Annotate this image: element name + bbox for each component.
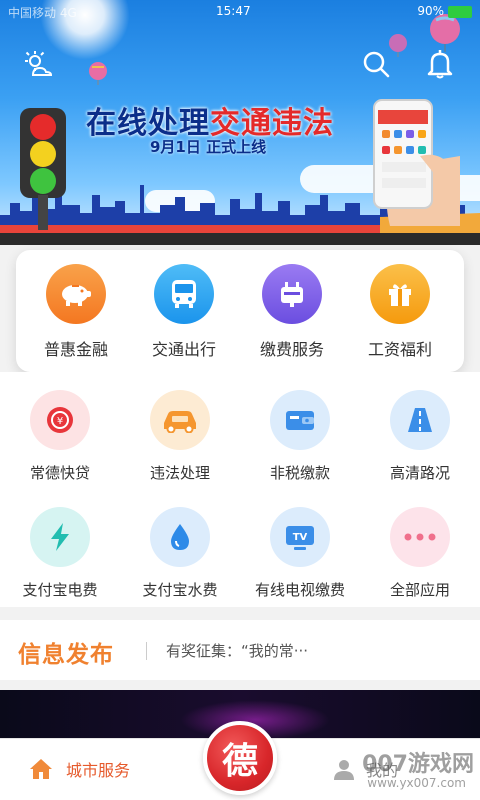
news-section[interactable]: 信息发布 有奖征集：“我的常···: [0, 620, 480, 680]
water-drop-icon: [150, 507, 210, 567]
app-label: 常德快贷: [29, 464, 90, 482]
app-alipay-electricity[interactable]: 支付宝电费: [0, 507, 120, 600]
battery-percent: 90%: [417, 4, 444, 18]
status-time: 15:47: [216, 4, 251, 18]
car-icon: [150, 390, 210, 450]
app-screen: 在线处理交通违法 9月1日 正式上线 中国移动 4G 15:47 90% 普惠金…: [0, 0, 480, 800]
user-icon: [334, 760, 354, 780]
wallet-icon: [270, 390, 330, 450]
bus-icon: [154, 264, 214, 324]
gift-icon: [370, 264, 430, 324]
center-logo-text: 德: [221, 740, 258, 782]
quick-service-label: 工资福利: [367, 340, 432, 359]
phone-in-hand-illustration: [373, 99, 460, 226]
app-label: 支付宝电费: [22, 581, 98, 599]
balloon-icon: [89, 62, 107, 85]
traffic-light-pole: [38, 195, 48, 230]
app-label: 违法处理: [149, 464, 210, 482]
app-label: 非税缴款: [269, 464, 330, 482]
app-label: 支付宝水费: [142, 581, 218, 599]
tv-icon: TV: [270, 507, 330, 567]
app-cable-tv[interactable]: TV 有线电视缴费: [240, 507, 360, 600]
lightning-icon: [30, 507, 90, 567]
carrier-text: 中国移动 4G: [8, 6, 77, 20]
battery-icon: [448, 6, 472, 18]
traffic-light-illustration: [20, 108, 66, 198]
app-tax-payment[interactable]: 非税缴款: [240, 390, 360, 483]
app-grid: ¥ 常德快贷 违法处理 非税缴款 高清路况 支付宝电费 支付宝水费 TV 有线电…: [0, 372, 480, 607]
svg-text:¥: ¥: [57, 416, 63, 427]
status-bar: 中国移动 4G 15:47 90%: [0, 0, 480, 24]
app-label: 有线电视缴费: [254, 581, 345, 599]
app-loan[interactable]: ¥ 常德快贷: [0, 390, 120, 483]
payment-icon: [262, 264, 322, 324]
quick-service-payment[interactable]: 缴费服务: [236, 264, 348, 360]
watermark-text: 007游戏网: [362, 752, 474, 777]
piggy-bank-icon: [46, 264, 106, 324]
news-title: 信息发布: [18, 642, 114, 668]
app-alipay-water[interactable]: 支付宝水费: [120, 507, 240, 600]
quick-service-transport[interactable]: 交通出行: [128, 264, 240, 360]
quick-services-card: 普惠金融 交通出行 缴费服务 工资福利: [16, 250, 464, 372]
more-dots-icon: [390, 507, 450, 567]
app-all-apps[interactable]: 全部应用: [360, 507, 480, 600]
weather-icon[interactable]: [20, 46, 56, 82]
news-divider: [146, 642, 147, 660]
app-label: 全部应用: [389, 581, 450, 599]
bell-icon[interactable]: [422, 46, 458, 82]
app-road-conditions[interactable]: 高清路况: [360, 390, 480, 483]
tab-city-services[interactable]: 城市服务: [28, 757, 130, 781]
quick-service-label: 缴费服务: [259, 340, 324, 359]
banner-subtitle: 9月1日 正式上线: [150, 138, 267, 156]
home-icon: [30, 759, 52, 779]
quick-service-label: 交通出行: [151, 340, 216, 359]
app-violation[interactable]: 违法处理: [120, 390, 240, 483]
svg-text:TV: TV: [293, 532, 308, 543]
banner-bottom-strip: [0, 233, 480, 245]
quick-service-label: 普惠金融: [43, 340, 108, 359]
tab-center-logo-button[interactable]: 德: [203, 721, 277, 795]
quick-service-welfare[interactable]: 工资福利: [344, 264, 456, 360]
banner-carousel[interactable]: 在线处理交通违法 9月1日 正式上线 中国移动 4G 15:47 90%: [0, 0, 480, 245]
watermark-url: www.yx007.com: [367, 776, 466, 790]
tab-label: 城市服务: [66, 761, 131, 780]
search-icon[interactable]: [358, 46, 394, 82]
quick-service-finance[interactable]: 普惠金融: [20, 264, 132, 360]
app-label: 高清路况: [389, 464, 450, 482]
loan-icon: ¥: [30, 390, 90, 450]
road-icon: [390, 390, 450, 450]
news-headline[interactable]: 有奖征集：“我的常···: [166, 640, 308, 661]
